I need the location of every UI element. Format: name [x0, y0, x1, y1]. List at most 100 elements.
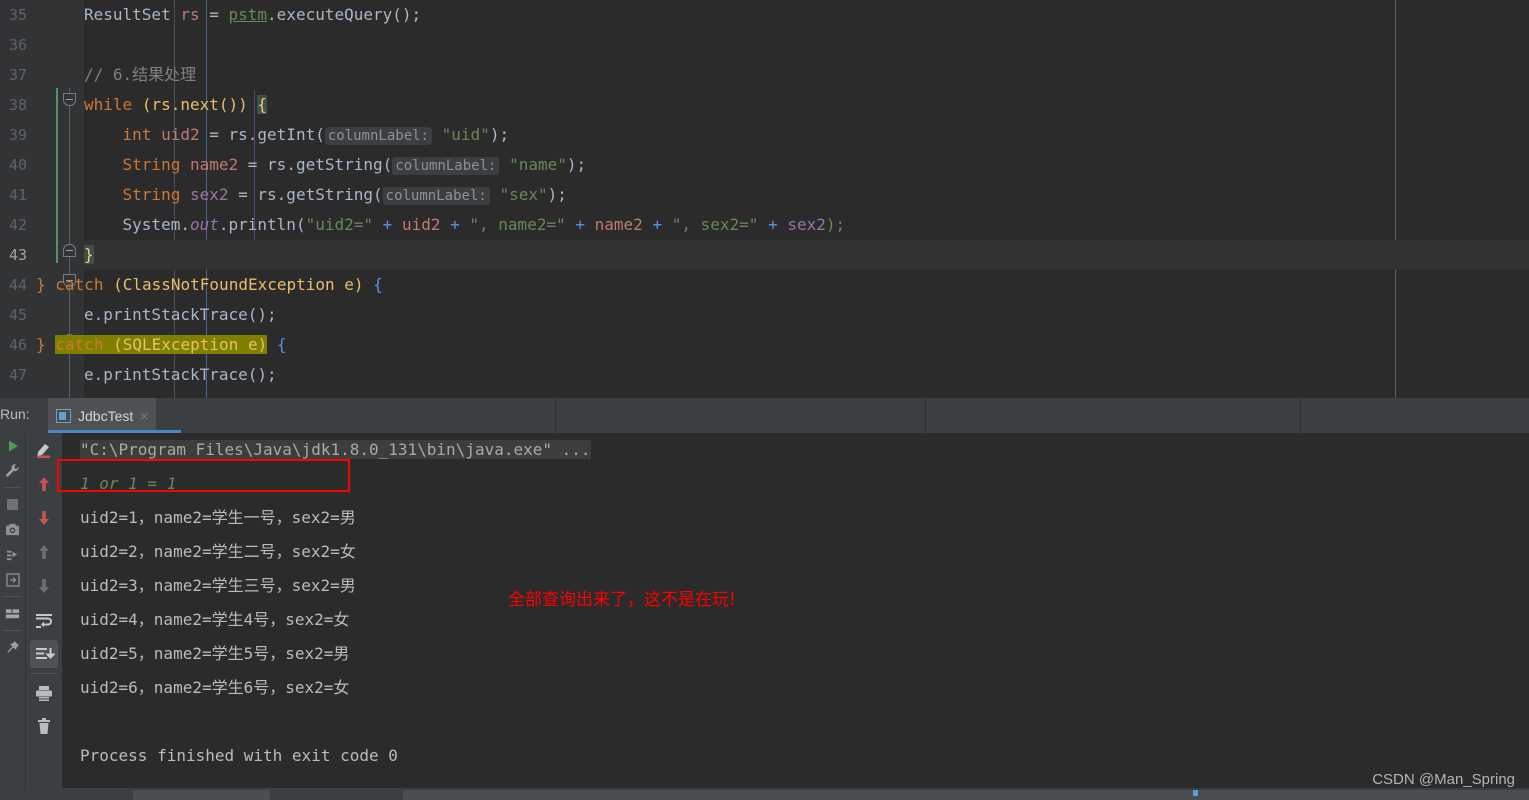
arrow-down-gray-icon: [39, 579, 49, 593]
run-tool-window: Run: JdbcTest × "C:\Program Files\Java\j…: [0, 398, 1529, 800]
code-line-current: }: [84, 240, 1529, 270]
code-search-highlight: catch (SQLException e): [55, 335, 268, 354]
arrow-up-gray-icon: [39, 545, 49, 559]
red-annotation-text: 全部查询出来了，这不是在玩!: [508, 590, 736, 610]
prev-occurrence-button[interactable]: [26, 467, 62, 501]
code-line: String sex2 = rs.getString(columnLabel: …: [122, 185, 567, 205]
code-call-getstring: = rs.getString(: [238, 185, 383, 204]
arrow-up-red-icon: [39, 477, 49, 491]
console-sql-output: 1 or 1 = 1: [80, 474, 177, 493]
header-divider: [925, 398, 926, 433]
stop-button[interactable]: [0, 492, 25, 517]
status-bar[interactable]: [0, 790, 1529, 800]
pin-tab-button[interactable]: [0, 635, 25, 660]
code-string-uid2: "uid2=": [305, 215, 374, 234]
code-token-system: System.: [122, 215, 190, 234]
console-output[interactable]: "C:\Program Files\Java\jdk1.8.0_131\bin\…: [62, 433, 1529, 788]
watermark: CSDN @Man_Spring: [1372, 771, 1515, 788]
up-stack-button[interactable]: [26, 535, 62, 569]
run-tab-label: JdbcTest: [78, 407, 134, 424]
print-button[interactable]: [26, 676, 62, 710]
line-number: 38: [8, 96, 27, 114]
run-actions-toolbar[interactable]: [0, 433, 25, 800]
code-call-getstring: = rs.getString(: [247, 155, 393, 174]
camera-icon: [6, 523, 19, 536]
code-comment: // 6.结果处理: [84, 65, 197, 84]
line-number: 45: [8, 306, 27, 324]
next-occurrence-button[interactable]: [26, 501, 62, 535]
code-line: ResultSet rs = pstm.executeQuery();: [84, 5, 422, 24]
code-var-uid2: uid2: [401, 215, 441, 234]
layout-button[interactable]: [0, 601, 25, 626]
line-number: 37: [8, 66, 27, 84]
run-tab-jdbctest[interactable]: JdbcTest ×: [48, 398, 157, 433]
code-keyword-string: String: [122, 185, 181, 204]
play-icon: [8, 440, 18, 451]
scroll-to-end-button[interactable]: [26, 637, 62, 671]
code-token-close-brace: }: [36, 275, 46, 294]
code-keyword-while: while: [84, 95, 133, 114]
console-row: uid2=4，name2=学生4号，sex2=女: [80, 610, 350, 629]
screenshot-button[interactable]: [0, 517, 25, 542]
console-row: uid2=5，name2=学生5号，sex2=男: [80, 644, 350, 663]
code-line: } catch (SQLException e) {: [36, 330, 1529, 360]
toolbar-divider: [3, 630, 22, 631]
thread-dump-button[interactable]: [0, 542, 25, 567]
code-token-close-brace: }: [36, 335, 46, 354]
code-call-printstacktrace: e.printStackTrace();: [84, 365, 277, 384]
header-divider: [555, 398, 556, 433]
fold-marker-collapse[interactable]: [63, 93, 76, 106]
line-number: 46: [8, 336, 27, 354]
code-token-executequery: .executeQuery();: [267, 5, 422, 24]
ide-window: 35 36 37 38 39 40 41 42 43 44 45 46 47 R…: [0, 0, 1529, 800]
clear-all-button[interactable]: [26, 710, 62, 744]
export-button[interactable]: [0, 567, 25, 592]
down-stack-button[interactable]: [26, 569, 62, 603]
soft-wrap-button[interactable]: [26, 603, 62, 637]
code-token-rs: rs: [180, 5, 200, 24]
line-number: 42: [8, 216, 27, 234]
vcs-change-marker: [56, 88, 58, 263]
export-icon: [5, 572, 20, 587]
code-line: System.out.println("uid2=" + uid2 + ", n…: [122, 215, 846, 234]
line-number: 44: [8, 276, 27, 294]
code-token-resultset: ResultSet: [84, 5, 171, 24]
header-divider: [1300, 398, 1301, 433]
highlight-button[interactable]: [26, 433, 62, 467]
code-editor[interactable]: 35 36 37 38 39 40 41 42 43 44 45 46 47 R…: [0, 0, 1529, 398]
code-line: String name2 = rs.getString(columnLabel:…: [122, 155, 587, 175]
console-row: uid2=6，name2=学生6号，sex2=女: [80, 678, 350, 697]
wrench-icon: [6, 464, 19, 477]
code-string-sex: "sex": [499, 185, 548, 204]
code-keyword-catch: catch: [55, 335, 104, 354]
console-actions-toolbar[interactable]: [26, 433, 62, 800]
fold-marker-end[interactable]: [63, 244, 76, 257]
console-row: uid2=1，name2=学生一号，sex2=男: [80, 508, 356, 527]
printer-icon: [36, 685, 52, 701]
line-number: 40: [8, 156, 27, 174]
edit-configurations-button[interactable]: [0, 458, 25, 483]
status-segment: [0, 790, 133, 800]
pin-icon: [7, 640, 20, 653]
code-line: // 6.结果处理: [84, 60, 1529, 90]
code-token-open-brace: {: [257, 95, 268, 114]
close-icon[interactable]: ×: [140, 408, 148, 424]
code-keyword-catch: catch: [55, 275, 104, 294]
code-line: e.printStackTrace();: [84, 300, 1529, 330]
run-window-label: Run:: [0, 406, 30, 422]
layout-icon: [5, 608, 20, 618]
console-row: uid2=2，name2=学生二号，sex2=女: [80, 542, 356, 561]
line-number-current: 43: [8, 246, 27, 264]
code-field-out: out: [189, 215, 219, 234]
parameter-hint: columnLabel:: [392, 157, 500, 175]
status-segment: [270, 790, 403, 800]
toolbar-divider: [31, 673, 57, 674]
code-token-pstm: pstm: [228, 5, 268, 24]
code-text-area[interactable]: ResultSet rs = pstm.executeQuery(); // 6…: [36, 0, 1529, 398]
code-string-name2: ", name2=": [469, 215, 566, 234]
code-line: } finally {: [36, 390, 1529, 398]
console-row: uid2=3，name2=学生三号，sex2=男: [80, 576, 356, 595]
console-exit-message: Process finished with exit code 0: [80, 746, 398, 765]
rerun-button[interactable]: [0, 433, 25, 458]
